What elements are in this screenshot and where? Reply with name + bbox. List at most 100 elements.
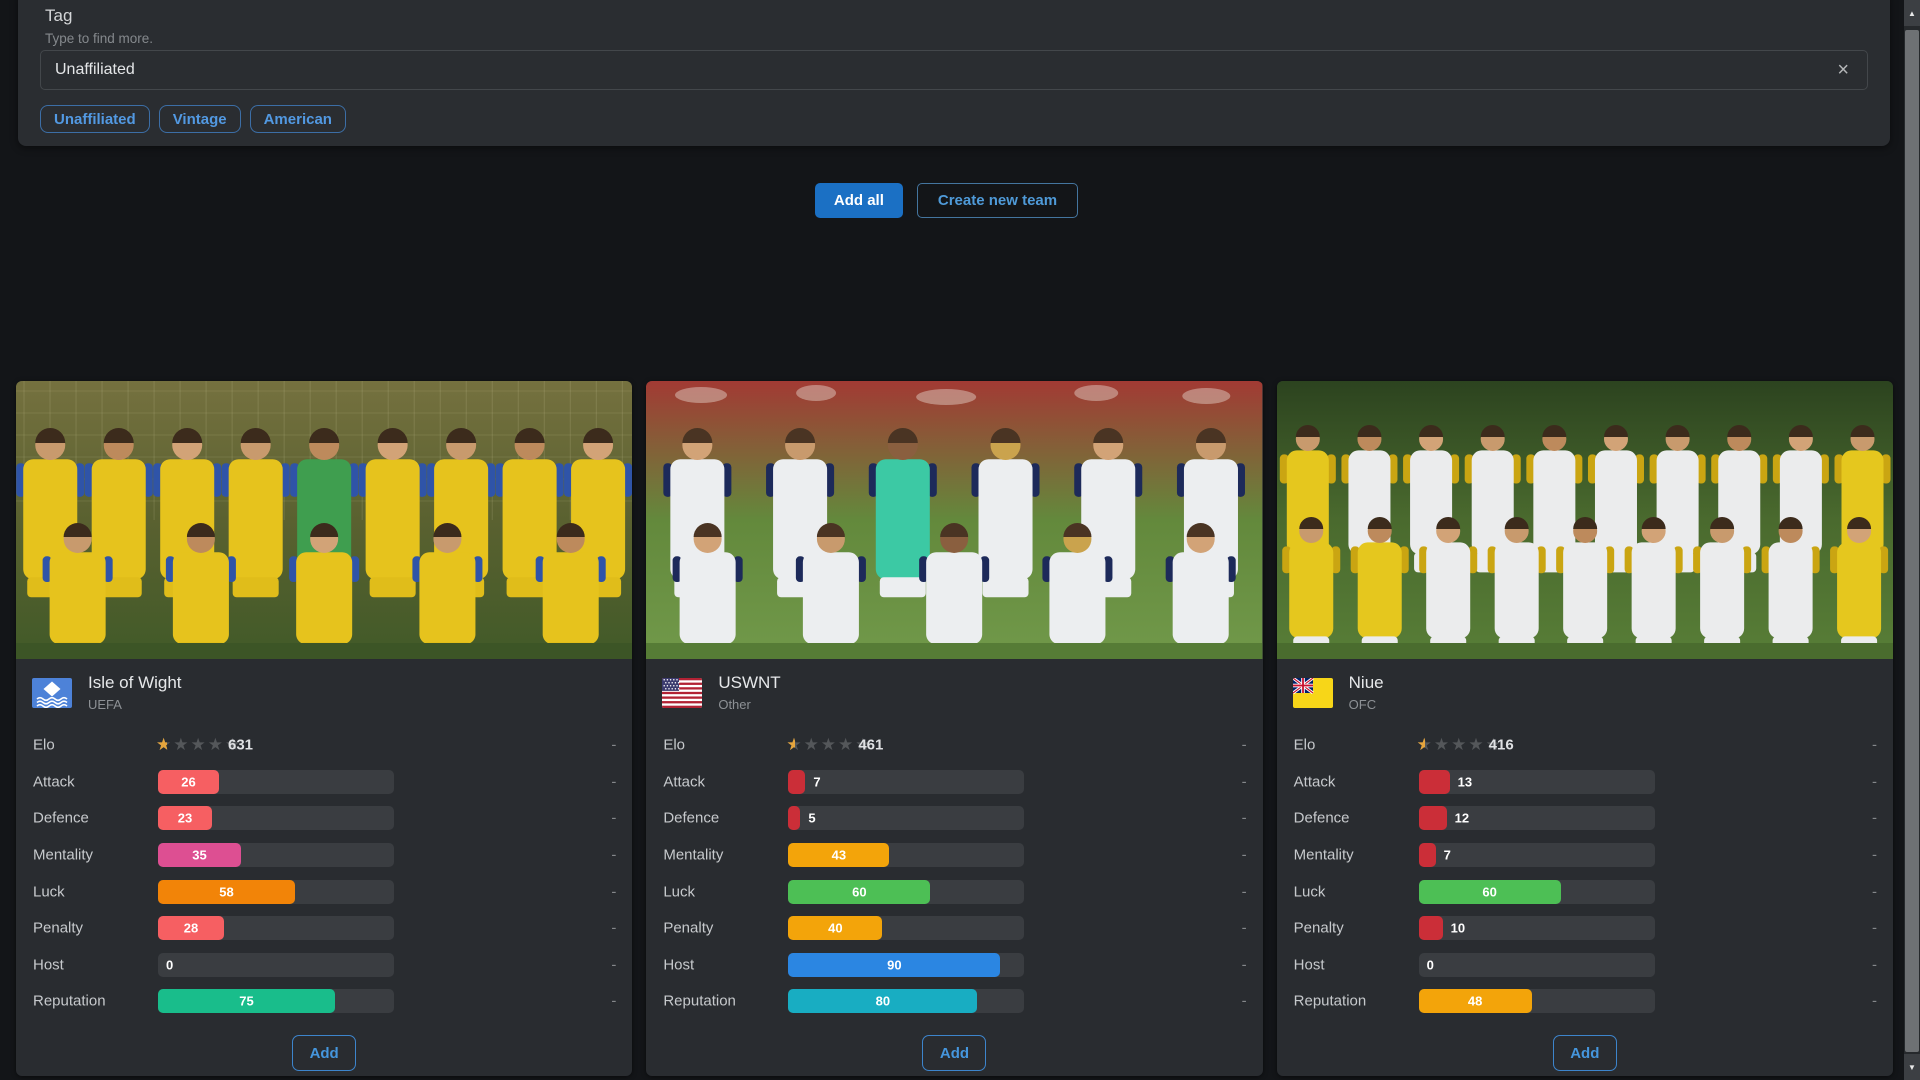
row-dash: -	[611, 773, 616, 790]
tag-hint: Type to find more.	[45, 31, 153, 46]
elo-label: Elo	[1294, 737, 1316, 754]
team-card-isle-of-wight: Isle of Wight UEFA Elo ★★★★★★★★★★ 631 - …	[16, 381, 632, 1076]
tag-suggestion-unaffiliated[interactable]: Unaffiliated	[40, 105, 150, 133]
add-team-button[interactable]: Add	[1553, 1035, 1617, 1071]
stat-bar-track: 60	[1419, 880, 1655, 904]
stat-bar-fill	[788, 770, 805, 794]
create-new-team-button[interactable]: Create new team	[917, 183, 1078, 218]
stat-row: Attack 13 -	[1277, 764, 1893, 801]
add-team-button[interactable]: Add	[922, 1035, 986, 1071]
scrollbar[interactable]: ▲ ▼	[1904, 0, 1920, 1080]
tag-filter-panel: Tag Type to find more. Unaffiliated × Un…	[18, 0, 1890, 146]
stat-value: 13	[1458, 774, 1472, 789]
team-confederation: OFC	[1349, 697, 1384, 712]
stat-value: 12	[1455, 811, 1469, 826]
stat-row: Host 0 -	[16, 947, 632, 984]
stat-label: Penalty	[33, 920, 83, 937]
stat-label: Defence	[1294, 810, 1350, 827]
stat-value: 80	[876, 994, 890, 1009]
stat-row: Luck 60 -	[646, 873, 1262, 910]
team-confederation: UEFA	[88, 697, 182, 712]
stat-label: Host	[33, 956, 64, 973]
scrollbar-thumb[interactable]	[1905, 30, 1919, 1052]
stat-value: 90	[887, 957, 901, 972]
row-dash: -	[1872, 773, 1877, 790]
stat-label: Reputation	[663, 993, 736, 1010]
stat-bar-fill	[1419, 770, 1450, 794]
row-dash: -	[1872, 810, 1877, 827]
stat-bar-track: 0	[158, 953, 394, 977]
stat-bar-track: 75	[158, 989, 394, 1013]
stat-bar-track: 35	[158, 843, 394, 867]
team-card-uswnt: USWNT Other Elo ★★★★★★★★★★ 461 - Attack …	[646, 381, 1262, 1076]
stat-bar-track: 13	[1419, 770, 1655, 794]
stat-row: Host 90 -	[646, 947, 1262, 984]
row-dash: -	[1242, 883, 1247, 900]
stat-bar-track: 43	[788, 843, 1024, 867]
team-cards-grid: Isle of Wight UEFA Elo ★★★★★★★★★★ 631 - …	[16, 381, 1893, 1076]
add-all-button[interactable]: Add all	[815, 183, 903, 218]
stat-row: Defence 23 -	[16, 800, 632, 837]
stat-row: Attack 26 -	[16, 764, 632, 801]
team-card-niue: Niue OFC Elo ★★★★★★★★★★ 416 - Attack 13 …	[1277, 381, 1893, 1076]
stat-bar-fill	[788, 806, 800, 830]
row-dash: -	[611, 737, 616, 754]
stat-row: Reputation 75 -	[16, 983, 632, 1020]
row-dash: -	[1872, 737, 1877, 754]
tag-input-value: Unaffiliated	[55, 61, 135, 79]
row-dash: -	[611, 956, 616, 973]
stat-label: Defence	[33, 810, 89, 827]
team-flag-icon	[32, 678, 72, 708]
stat-label: Reputation	[33, 993, 106, 1010]
row-dash: -	[611, 920, 616, 937]
stat-bar-track: 5	[788, 806, 1024, 830]
stat-row: Mentality 35 -	[16, 837, 632, 874]
stat-label: Penalty	[663, 920, 713, 937]
stat-bar-fill	[1419, 843, 1436, 867]
stat-bar-track: 7	[1419, 843, 1655, 867]
stat-value: 28	[184, 921, 198, 936]
team-flag-icon	[662, 678, 702, 708]
stat-bar-track: 28	[158, 916, 394, 940]
tag-suggestion-vintage[interactable]: Vintage	[159, 105, 241, 133]
row-dash: -	[1242, 920, 1247, 937]
row-dash: -	[611, 810, 616, 827]
scroll-up-icon[interactable]: ▲	[1904, 0, 1920, 26]
row-dash: -	[611, 993, 616, 1010]
row-dash: -	[1872, 956, 1877, 973]
stat-value: 0	[1427, 957, 1434, 972]
tag-suggestion-american[interactable]: American	[250, 105, 346, 133]
stat-value: 26	[181, 774, 195, 789]
clear-input-icon[interactable]: ×	[1833, 58, 1853, 82]
stat-label: Host	[663, 956, 694, 973]
stat-value: 23	[178, 811, 192, 826]
row-dash: -	[1242, 737, 1247, 754]
stat-label: Reputation	[1294, 993, 1367, 1010]
stat-bar-track: 26	[158, 770, 394, 794]
stat-bar-track: 10	[1419, 916, 1655, 940]
stat-value: 60	[852, 884, 866, 899]
team-card-header: Isle of Wight UEFA	[32, 673, 616, 712]
stat-value: 40	[828, 921, 842, 936]
elo-value: 631	[228, 737, 253, 754]
row-dash: -	[1872, 920, 1877, 937]
stat-row: Host 0 -	[1277, 947, 1893, 984]
stat-row: Mentality 43 -	[646, 837, 1262, 874]
row-dash: -	[1242, 847, 1247, 864]
stat-row: Defence 12 -	[1277, 800, 1893, 837]
stat-row: Luck 58 -	[16, 873, 632, 910]
team-name: Niue	[1349, 673, 1384, 693]
stat-value: 48	[1468, 994, 1482, 1009]
tag-input[interactable]: Unaffiliated ×	[40, 50, 1868, 90]
scroll-down-icon[interactable]: ▼	[1904, 1054, 1920, 1080]
stat-row: Attack 7 -	[646, 764, 1262, 801]
team-flag-icon	[1293, 678, 1333, 708]
stat-label: Attack	[663, 773, 705, 790]
stat-label: Luck	[1294, 883, 1326, 900]
team-name: USWNT	[718, 673, 780, 693]
stat-row: Penalty 28 -	[16, 910, 632, 947]
elo-row: Elo ★★★★★★★★★★ 461 -	[646, 727, 1262, 764]
add-team-button[interactable]: Add	[292, 1035, 356, 1071]
row-dash: -	[611, 847, 616, 864]
stat-bar-track: 23	[158, 806, 394, 830]
